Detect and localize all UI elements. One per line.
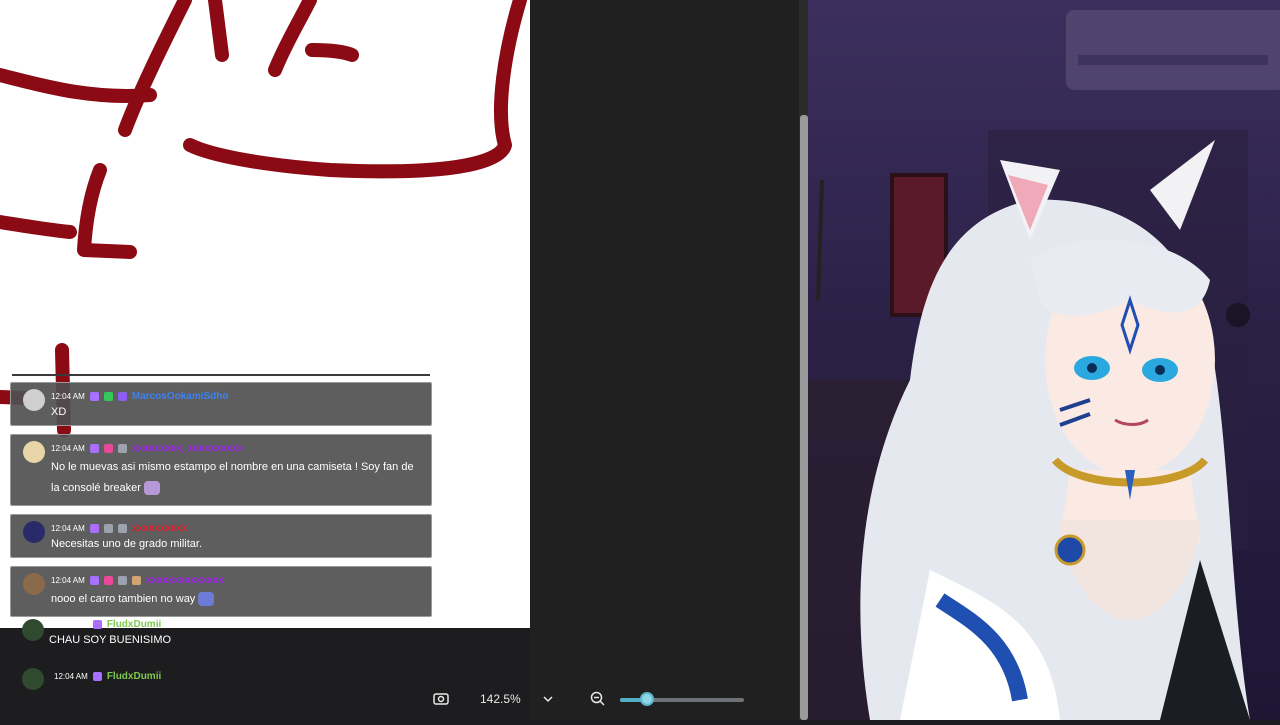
badge-icon [103,391,113,401]
zoom-out-icon[interactable] [589,690,607,711]
avatar [23,441,45,463]
badge-icon [92,619,102,629]
username[interactable]: xxxxxxxxx_xxxxxxxxxx [132,443,243,454]
chat-message: 12:04 AM MarcosOokamiSdho XD [10,382,432,426]
message-text: la consolé breaker [51,482,141,494]
badge-icon [117,443,127,453]
timestamp: 12:04 AM [51,523,85,533]
badge-icon [103,575,113,585]
stroke [183,0,527,179]
badge-icon [92,671,102,681]
avatar [23,573,45,595]
emote-icon [143,481,160,496]
stroke [0,215,77,239]
avatar [23,389,45,411]
badge-icon [117,575,127,585]
timestamp: 12:04 AM [54,619,88,629]
badge-icon [117,391,127,401]
chat-message: 12:04 AM xxxxxxxxxxxxxx nooo el carro ta… [10,566,432,617]
username[interactable]: FludxDumii [107,619,161,630]
username[interactable]: xxxxxxxxxx [132,523,188,534]
message-text: CHAU SOY BUENISIMO [49,634,172,646]
stroke [268,0,317,77]
zoom-level[interactable]: 142.5% [480,692,521,706]
stroke [305,43,359,62]
badge-icon [103,523,113,533]
badge-icon [117,523,127,533]
badge-icon [103,443,113,453]
timestamp: 12:04 AM [51,443,85,453]
username[interactable]: xxxxxxxxxxxxxx [146,575,224,586]
message-text: No le muevas asi mismo estampo el nombre… [51,461,414,473]
divider [12,374,430,376]
username[interactable]: MarcosOokamiSdho [132,391,229,402]
badge-icon [89,443,99,453]
timestamp: 12:04 AM [51,391,85,401]
chevron-down-icon[interactable] [542,690,554,711]
message-text: nooo el carro tambien no way [51,593,196,605]
stroke [208,0,229,62]
message-text: XD [51,406,67,418]
message-text: Necesitas uno de grado militar. [51,538,203,550]
badge-icon [89,523,99,533]
chat-overlay: 12:04 AM MarcosOokamiSdho XD 12:04 AM xx… [10,374,432,625]
chat-message: 12:04 AM xxxxxxxxxx Necesitas uno de gra… [10,514,432,558]
vtuber-avatar [730,0,1280,721]
avatar [22,619,44,641]
stroke [118,0,192,137]
timestamp: 12:04 AM [54,671,88,681]
stroke [0,68,157,103]
badge-icon [89,391,99,401]
username[interactable]: FludxDumii [107,671,161,682]
screenshot-icon[interactable] [432,690,450,711]
avatar [22,668,44,690]
stroke [77,163,137,259]
timestamp: 12:04 AM [51,575,85,585]
chat-message: 12:04 AM xxxxxxxxx_xxxxxxxxxx No le muev… [10,434,432,506]
badge-icon [131,575,141,585]
avatar [23,521,45,543]
zoom-slider-handle[interactable] [640,692,654,706]
emote-icon [198,592,215,607]
badge-icon [89,575,99,585]
